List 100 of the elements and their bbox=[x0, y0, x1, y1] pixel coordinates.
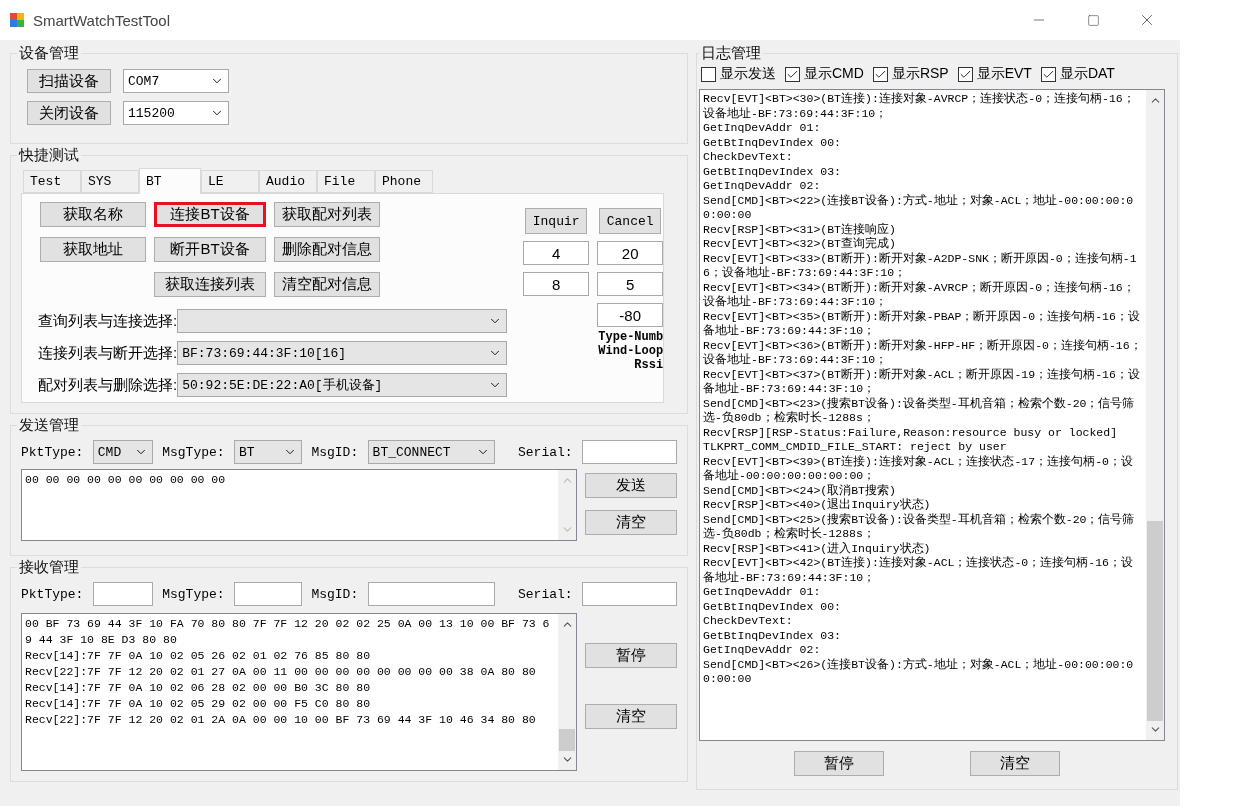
number-field[interactable]: 5 bbox=[597, 272, 664, 296]
input-field[interactable] bbox=[582, 440, 677, 464]
log-panel-button[interactable]: 暂停 bbox=[794, 751, 884, 776]
data-field[interactable]: 00 00 00 00 00 00 00 00 00 00 bbox=[21, 469, 577, 541]
field-label: MsgID: bbox=[311, 586, 359, 602]
field-label: PktType: bbox=[21, 444, 84, 460]
scrollbar-thumb[interactable] bbox=[559, 729, 575, 751]
scrollbar[interactable] bbox=[1146, 90, 1164, 740]
window-title: SmartWatchTestTool bbox=[33, 11, 171, 29]
checkbox[interactable] bbox=[785, 66, 800, 82]
field-label: Serial: bbox=[518, 586, 573, 602]
log-entry: Send[CMD]<BT><22>(连接BT设备):方式-地址；对象-ACL；地址-00:00:00:00:00:00 bbox=[703, 193, 1135, 223]
checkbox-label: 显示DAT bbox=[1059, 65, 1115, 83]
data-line: Recv[14]:7F 7F 0A 10 02 05 26 02 01 02 76 85 80 80 bbox=[25, 648, 372, 664]
log-entry: GetInqDevAddr 01: bbox=[703, 121, 822, 136]
scrollbar-thumb[interactable] bbox=[1147, 521, 1163, 721]
inquiry-button[interactable]: Inquir bbox=[525, 208, 588, 234]
send-panel-button[interactable]: 清空 bbox=[585, 510, 677, 535]
selector-label: 连接列表与断开选择: bbox=[38, 343, 178, 363]
log-entry: Recv[RSP]<BT><41>(进入Inquiry状态) bbox=[703, 541, 932, 556]
field-label: PktType: bbox=[21, 586, 84, 602]
dropdown[interactable]: 115200 bbox=[123, 101, 229, 125]
selector-label: 配对列表与删除选择: bbox=[38, 375, 178, 395]
dropdown[interactable]: BT bbox=[234, 440, 302, 464]
group-title: 接收管理 bbox=[18, 558, 80, 577]
action-button[interactable]: 获取连接列表 bbox=[154, 272, 266, 297]
log-entry: Recv[EVT]<BT><37>(BT断开):断开对象-ACL；断开原因-19；连接句柄-16；设备地址-BF:73:69:44:3F:10； bbox=[703, 367, 1141, 397]
log-entry: GetInqDevAddr 02: bbox=[703, 643, 822, 658]
log-entry: Recv[EVT]<BT><30>(BT连接):连接对象-AVRCP；连接状态-0；连接句柄-16；设备地址-BF:73:69:44:3F:10； bbox=[703, 92, 1136, 121]
checkbox-label: 显示发送 bbox=[720, 65, 776, 83]
log-entry: Send[CMD]<BT><23>(搜索BT设备):设备类型-耳机音箱；检索个数-20；信号筛选-负80db；检索时长-1288s； bbox=[703, 396, 1136, 426]
dropdown[interactable]: BT_CONNECT bbox=[367, 440, 495, 464]
group-title: 日志管理 bbox=[700, 44, 762, 63]
log-entry: GetBtInqDevIndex 00: bbox=[703, 599, 843, 614]
input-field[interactable] bbox=[234, 582, 302, 606]
field-label: MsgType: bbox=[162, 444, 225, 460]
action-button[interactable]: 连接BT设备 bbox=[154, 202, 266, 227]
dropdown[interactable]: BF:73:69:44:3F:10[16] bbox=[177, 341, 508, 365]
tab[interactable]: Test bbox=[23, 170, 81, 193]
checkbox[interactable] bbox=[872, 66, 888, 82]
input-field[interactable] bbox=[582, 582, 677, 606]
data-field[interactable] bbox=[21, 613, 577, 771]
log-entry: Recv[RSP]<BT><31>(BT连接响应) bbox=[703, 222, 897, 237]
log-entry: Recv[EVT]<BT><39>(BT连接):连接对象-ACL；连接状态-17；连接句柄-0；设备地址-00:00:00:00:00:00； bbox=[703, 454, 1134, 484]
dropdown[interactable] bbox=[177, 309, 508, 333]
checkbox[interactable] bbox=[701, 66, 716, 82]
device-button[interactable]: 关闭设备 bbox=[27, 101, 111, 125]
checkbox-label: 显示CMD bbox=[804, 65, 864, 83]
tab[interactable]: BT bbox=[139, 168, 201, 194]
checkbox[interactable] bbox=[957, 66, 973, 82]
log-entry: Recv[EVT]<BT><42>(BT连接):连接对象-ACL；连接状态-0；连接句柄-16；设备地址-BF:73:69:44:3F:10； bbox=[703, 556, 1134, 585]
field-label: Rssi bbox=[634, 358, 664, 372]
dropdown[interactable]: COM7 bbox=[123, 69, 229, 93]
log-entry: Send[CMD]<BT><26>(连接BT设备):方式-地址；对象-ACL；地址-00:00:00:00:00:00 bbox=[703, 657, 1135, 687]
number-field[interactable]: 20 bbox=[597, 241, 664, 265]
input-field[interactable] bbox=[367, 582, 495, 606]
action-button[interactable]: 删除配对信息 bbox=[274, 237, 380, 262]
tab[interactable]: Audio bbox=[259, 170, 317, 193]
log-entry: GetBtInqDevIndex 00: bbox=[703, 135, 843, 150]
action-button[interactable]: 获取名称 bbox=[40, 202, 146, 227]
maximize-icon[interactable] bbox=[1086, 13, 1100, 27]
action-button[interactable]: 清空配对信息 bbox=[274, 272, 380, 297]
log-entry: CheckDevText: bbox=[703, 614, 794, 629]
log-entry: Recv[EVT]<BT><35>(BT断开):断开对象-PBAP；断开原因-0；连接句柄-16；设备地址-BF:73:69:44:3F:10； bbox=[703, 309, 1141, 339]
group-title: 设备管理 bbox=[18, 44, 80, 63]
field-label: Type-Numb bbox=[598, 330, 664, 344]
data-line: 00 BF 73 69 44 3F 10 FA 70 80 80 7F 7F 12 20 02 02 25 0A 00 13 10 00 BF 73 69 44 3F 10 8E D3 80 80 bbox=[25, 616, 551, 648]
action-button[interactable]: 获取地址 bbox=[40, 237, 146, 262]
selector-label: 查询列表与连接选择: bbox=[38, 311, 178, 331]
checkbox-label: 显示RSP bbox=[891, 65, 949, 83]
data-text: 00 00 00 00 00 00 00 00 00 00 bbox=[25, 472, 227, 488]
send-panel-button[interactable]: 发送 bbox=[585, 473, 677, 498]
receive-panel-button[interactable]: 暂停 bbox=[585, 643, 677, 668]
number-field[interactable]: 4 bbox=[523, 241, 590, 265]
group-title: 发送管理 bbox=[18, 416, 80, 435]
input-field[interactable] bbox=[92, 582, 153, 606]
tab[interactable]: File bbox=[317, 170, 375, 193]
device-button[interactable]: 扫描设备 bbox=[27, 69, 111, 93]
data-line: Recv[14]:7F 7F 0A 10 02 05 29 02 00 00 F5 C0 80 80 bbox=[25, 696, 372, 712]
log-entry: Recv[RSP][RSP-Status:Failure,Reason:resource busy or locked] bbox=[703, 425, 1119, 440]
tab[interactable]: LE bbox=[201, 170, 259, 193]
log-field[interactable] bbox=[699, 89, 1165, 741]
number-field[interactable]: 8 bbox=[523, 272, 590, 296]
log-entry: GetInqDevAddr 01: bbox=[703, 585, 822, 600]
checkbox[interactable] bbox=[1040, 66, 1056, 82]
dropdown[interactable]: 50:92:5E:DE:22:A0[手机设备] bbox=[177, 373, 508, 397]
action-button[interactable]: 断开BT设备 bbox=[154, 237, 266, 262]
checkbox-label: 显示EVT bbox=[976, 65, 1032, 83]
log-entry: Recv[EVT]<BT><32>(BT查询完成) bbox=[703, 237, 897, 252]
log-entry: Send[CMD]<BT><24>(取消BT搜索) bbox=[703, 483, 897, 498]
receive-panel-button[interactable]: 清空 bbox=[585, 704, 677, 729]
inquiry-button[interactable]: Cancel bbox=[599, 208, 662, 234]
action-button[interactable]: 获取配对列表 bbox=[274, 202, 380, 227]
scrollbar[interactable] bbox=[558, 614, 576, 770]
tab[interactable]: Phone bbox=[375, 170, 433, 193]
number-field[interactable]: -80 bbox=[597, 303, 664, 327]
data-line: Recv[22]:7F 7F 12 20 02 01 2A 0A 00 00 10 00 BF 73 69 44 3F 10 46 34 80 80 bbox=[25, 712, 537, 728]
tab[interactable]: SYS bbox=[81, 170, 139, 193]
dropdown[interactable]: CMD bbox=[92, 440, 153, 464]
log-panel-button[interactable]: 清空 bbox=[970, 751, 1060, 776]
